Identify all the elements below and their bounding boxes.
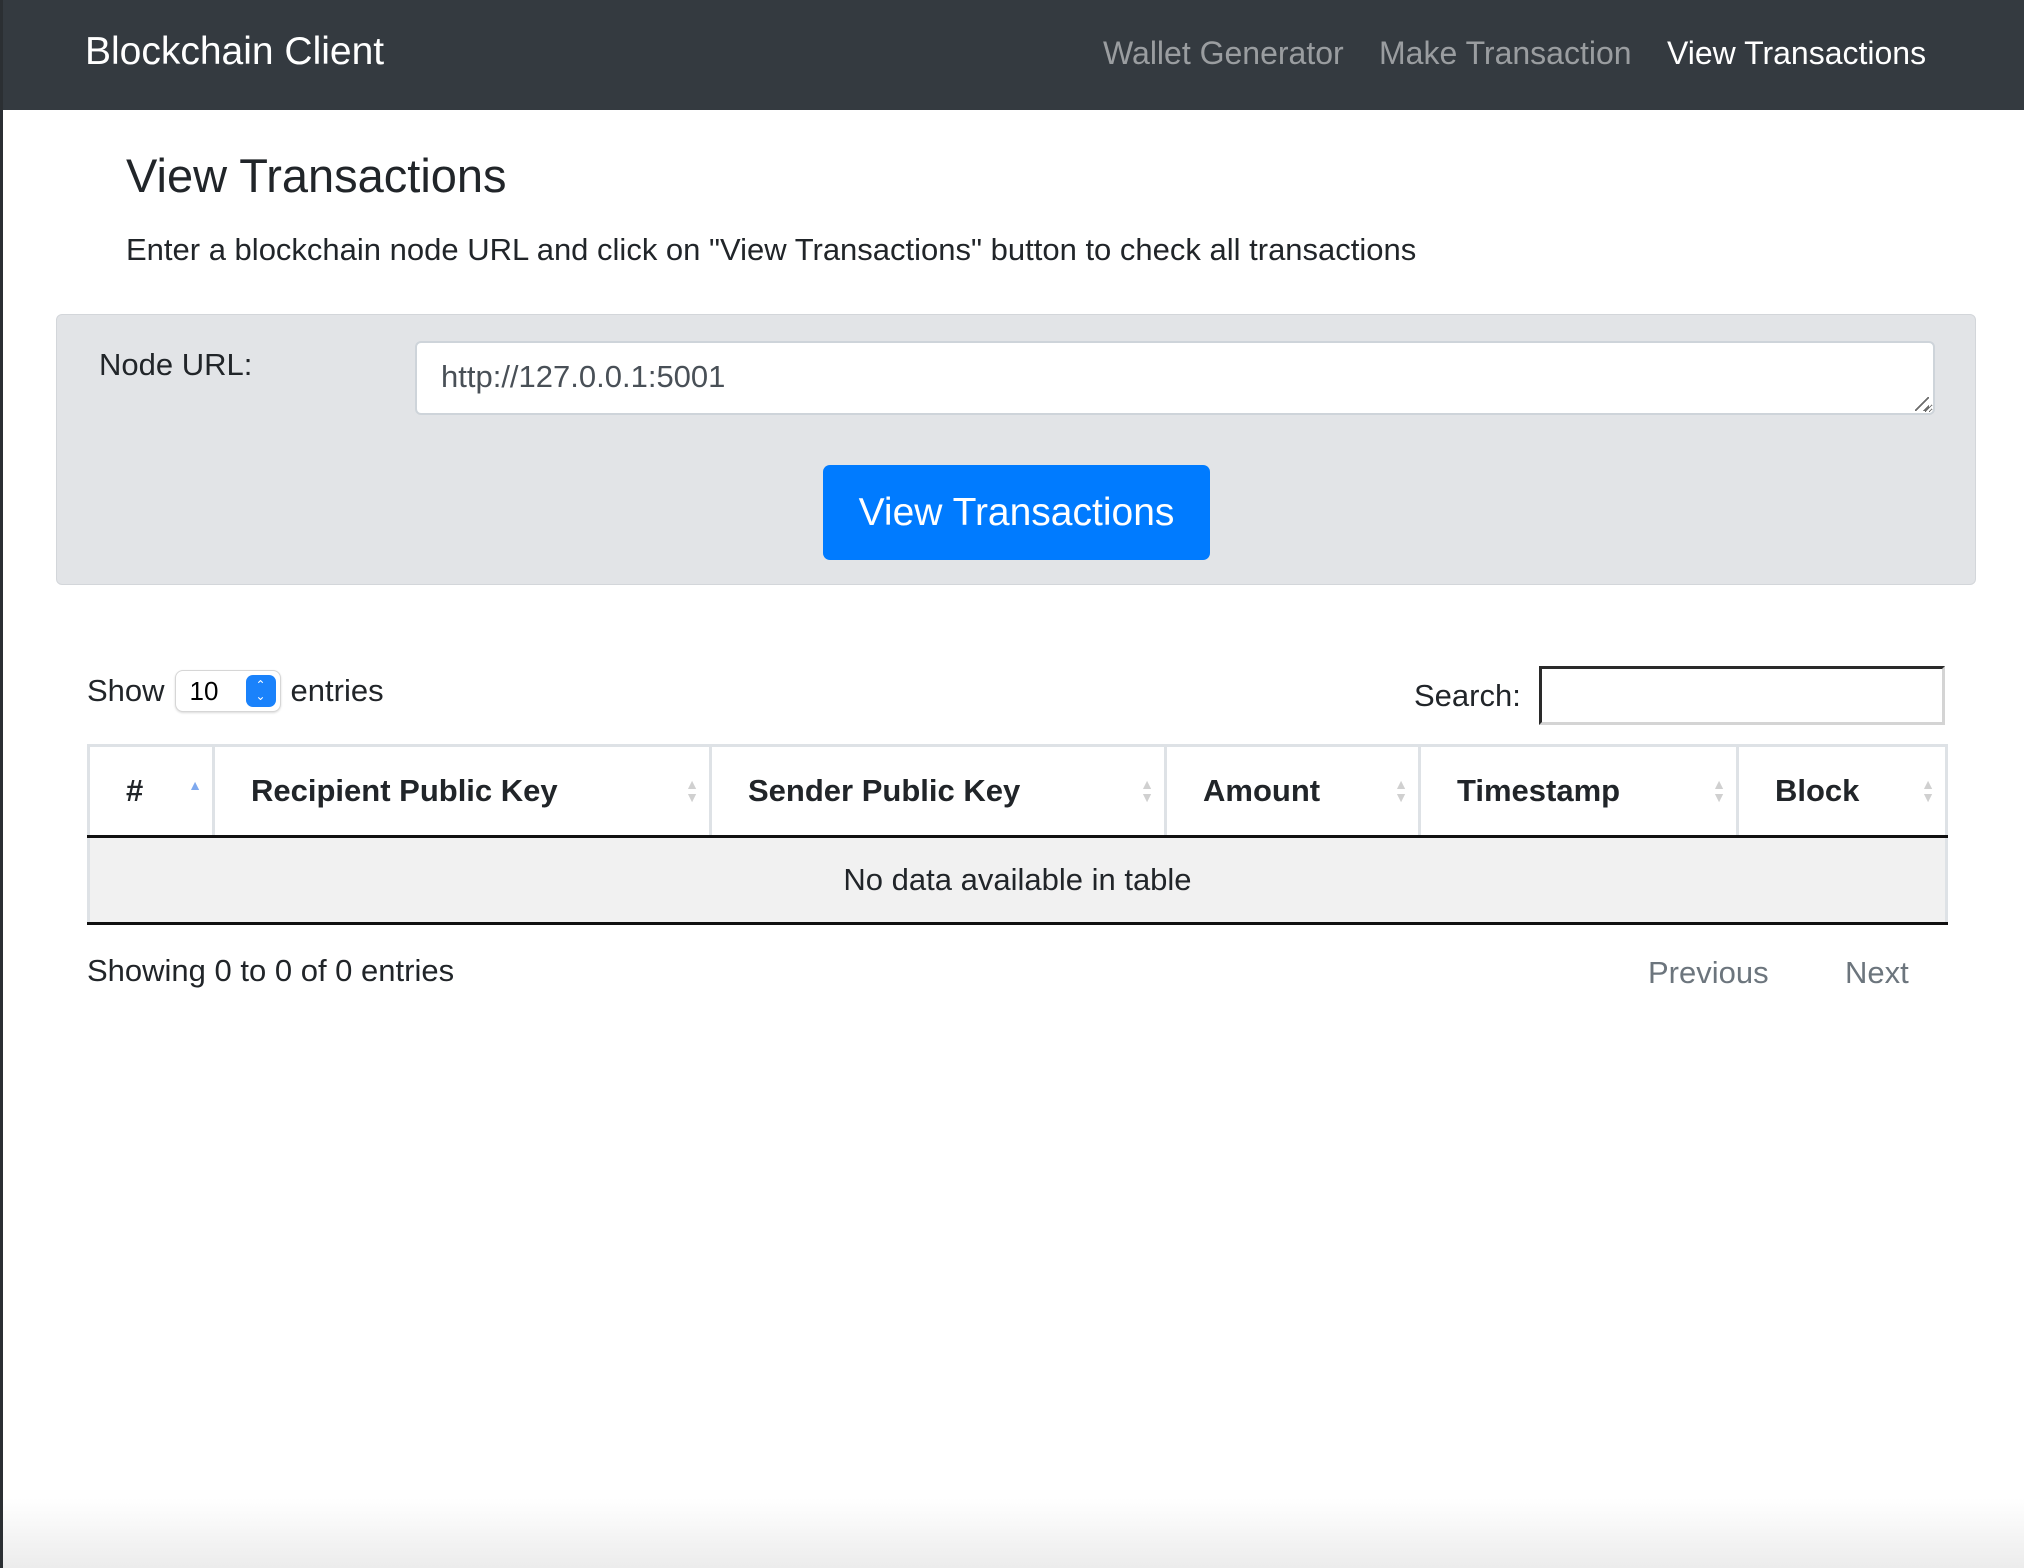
sort-both-icon: ▲ ▼ <box>1921 776 1935 805</box>
column-label: Recipient Public Key <box>251 773 558 808</box>
column-label: Block <box>1775 773 1860 808</box>
column-label: Sender Public Key <box>748 773 1021 808</box>
column-label: Timestamp <box>1457 773 1621 808</box>
column-header-amount[interactable]: Amount ▲ ▼ <box>1164 744 1421 838</box>
search-label: Search: <box>1414 678 1521 713</box>
column-header-block[interactable]: Block ▲ ▼ <box>1736 744 1948 838</box>
nav-link-view-transactions[interactable]: View Transactions <box>1667 35 1926 72</box>
column-header-sender-public-key[interactable]: Sender Public Key ▲ ▼ <box>709 744 1167 838</box>
column-label: # <box>126 773 144 808</box>
column-header-timestamp[interactable]: Timestamp ▲ ▼ <box>1418 744 1739 838</box>
table-row-empty: No data available in table <box>87 836 1948 925</box>
page-length-select[interactable]: 10 ⌃ ⌄ <box>174 670 281 712</box>
page-length-control: Show 10 ⌃ ⌄ entries <box>87 670 384 712</box>
page-title: View Transactions <box>126 149 507 202</box>
sort-both-icon: ▲ ▼ <box>1394 776 1408 805</box>
sort-ascending-icon: ▲ <box>188 777 202 793</box>
column-label: Amount <box>1203 773 1321 808</box>
page-description: Enter a blockchain node URL and click on… <box>126 232 1417 267</box>
nav-link-wallet-generator[interactable]: Wallet Generator <box>1103 35 1344 72</box>
sort-both-icon: ▲ ▼ <box>1140 776 1154 805</box>
show-label: Show <box>87 673 165 708</box>
navbar: Blockchain Client Wallet Generator Make … <box>3 0 2024 110</box>
node-url-form: Node URL: View Transactions <box>56 314 1976 585</box>
search-input[interactable] <box>1539 666 1945 725</box>
transactions-table: # ▲ Recipient Public Key ▲ ▼ Sender Publi… <box>87 744 1948 925</box>
sort-both-icon: ▲ ▼ <box>1712 776 1726 805</box>
table-info: Showing 0 to 0 of 0 entries <box>87 953 455 988</box>
previous-page-button[interactable]: Previous <box>1648 955 1769 991</box>
next-page-button[interactable]: Next <box>1845 955 1909 991</box>
sort-both-icon: ▲ ▼ <box>685 776 699 805</box>
node-url-input[interactable] <box>415 341 1935 415</box>
chevron-up-down-icon: ⌃ ⌄ <box>245 675 276 707</box>
window-bottom-edge <box>3 1498 2024 1568</box>
column-header-recipient-public-key[interactable]: Recipient Public Key ▲ ▼ <box>212 744 712 838</box>
empty-table-message: No data available in table <box>87 836 1948 925</box>
nav-link-make-transaction[interactable]: Make Transaction <box>1379 35 1632 72</box>
column-header-number[interactable]: # ▲ <box>87 744 215 838</box>
entries-label: entries <box>290 673 384 708</box>
page-length-value: 10 <box>189 675 219 706</box>
table-header-row: # ▲ Recipient Public Key ▲ ▼ Sender Publi… <box>87 744 1948 838</box>
view-transactions-button[interactable]: View Transactions <box>823 465 1210 560</box>
node-url-label: Node URL: <box>99 347 253 382</box>
brand-logo-text[interactable]: Blockchain Client <box>85 30 384 74</box>
